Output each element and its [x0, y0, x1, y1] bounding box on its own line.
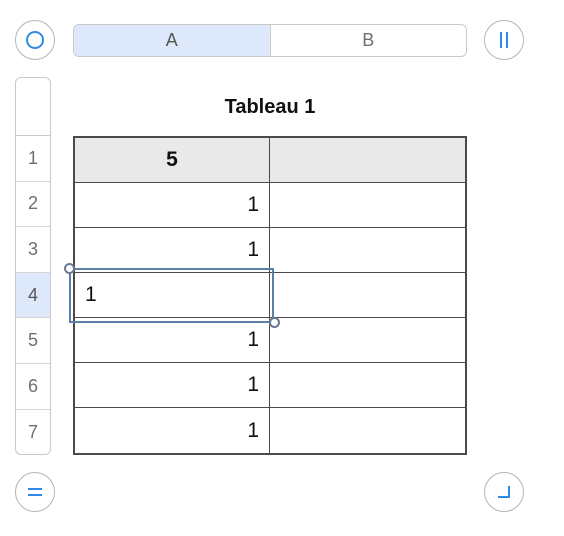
table-title[interactable]: Tableau 1	[73, 96, 467, 119]
selection-handle-top-left[interactable]	[64, 263, 75, 274]
corner-icon	[498, 486, 510, 498]
table-cell-a7[interactable]: 1	[75, 408, 270, 453]
row-header-3[interactable]: 3	[16, 227, 50, 273]
resize-table-button[interactable]	[484, 472, 524, 512]
table-cell-b6[interactable]	[270, 363, 465, 408]
row-header-1[interactable]: 1	[16, 136, 50, 182]
table-grid: 5 1 1 1 1 1 1	[73, 136, 467, 455]
row-header-4[interactable]: 4	[16, 272, 50, 319]
column-header-bar: A B	[73, 24, 467, 57]
table-cell-a4[interactable]: 1	[75, 273, 270, 318]
column-header-b[interactable]: B	[269, 25, 467, 56]
row-handle-button[interactable]	[15, 472, 55, 512]
table-cell-a2[interactable]: 1	[75, 183, 270, 228]
table-cell-a1[interactable]: 5	[75, 138, 270, 183]
row-header-7[interactable]: 7	[16, 410, 50, 454]
row-header-6[interactable]: 6	[16, 364, 50, 410]
double-bar-icon	[500, 32, 508, 48]
select-table-button[interactable]	[15, 20, 55, 60]
table-cell-b1[interactable]	[270, 138, 465, 183]
table-cell-b3[interactable]	[270, 228, 465, 273]
table-cell-b4[interactable]	[270, 273, 465, 318]
selection-handle-bottom-right[interactable]	[269, 317, 280, 328]
table-cell-a5[interactable]: 1	[75, 318, 270, 363]
circle-icon	[26, 31, 44, 49]
row-header-5[interactable]: 5	[16, 318, 50, 364]
table-cell-b2[interactable]	[270, 183, 465, 228]
row-header-bar: 1 2 3 4 5 6 7	[15, 77, 51, 455]
column-header-a[interactable]: A	[74, 25, 270, 56]
table-cell-a6[interactable]: 1	[75, 363, 270, 408]
equals-icon	[28, 488, 42, 496]
row-header-2[interactable]: 2	[16, 182, 50, 228]
table-cell-b5[interactable]	[270, 318, 465, 363]
column-handle-button[interactable]	[484, 20, 524, 60]
table-cell-a3[interactable]: 1	[75, 228, 270, 273]
row-header-spacer	[16, 78, 50, 136]
table-cell-b7[interactable]	[270, 408, 465, 453]
